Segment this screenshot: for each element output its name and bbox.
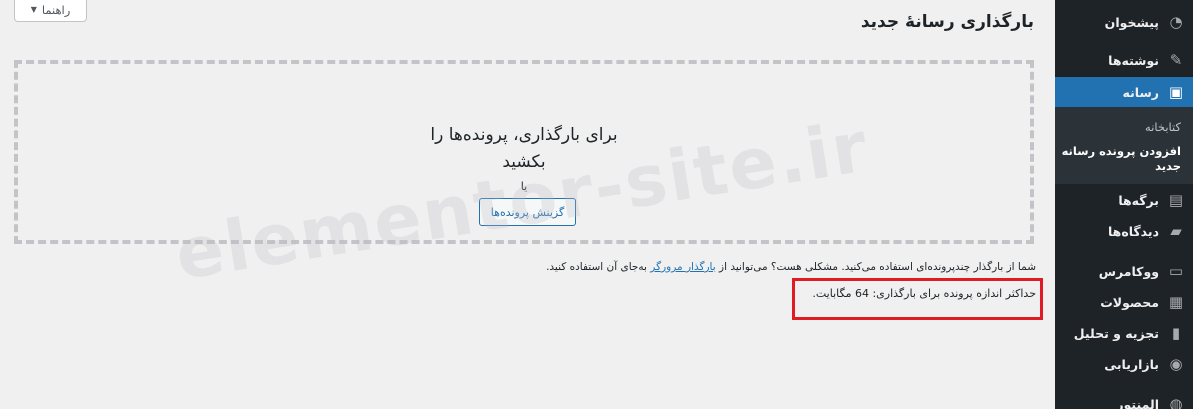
help-button[interactable]: راهنما ▼ bbox=[14, 0, 87, 22]
uploader-info-text-after: به‌جای آن استفاده کنید. bbox=[546, 261, 651, 273]
pin-icon: ✎ bbox=[1169, 51, 1183, 69]
dashboard-icon: ◔ bbox=[1169, 13, 1183, 31]
uploader-info-text-before: شما از بارگذار چندپرونده‌ای استفاده می‌ک… bbox=[715, 261, 1036, 273]
comments-icon: ▰ bbox=[1170, 222, 1182, 240]
analytics-icon: ▮ bbox=[1171, 324, 1181, 342]
sidebar-item-analytics[interactable]: ▮ تجزیه و تحلیل bbox=[1055, 319, 1193, 347]
sidebar-item-pages[interactable]: ▤ برگه‌ها bbox=[1055, 186, 1193, 214]
sidebar-item-media[interactable]: ▣ رسانه bbox=[1047, 77, 1193, 107]
sidebar-item-woocommerce[interactable]: ▭ ووکامرس bbox=[1055, 257, 1193, 285]
sidebar-item-marketing[interactable]: ◉ بازاریابی bbox=[1055, 350, 1193, 378]
drop-instructions-line1: برای بارگذاری، پرونده‌ها را bbox=[430, 125, 618, 145]
submenu-item-library[interactable]: کتابخانه bbox=[1061, 120, 1181, 134]
sidebar-item-dashboard[interactable]: ◔ پیشخوان bbox=[1055, 8, 1193, 36]
admin-sidebar: ◔ پیشخوان ✎ نوشته‌ها ▣ رسانه کتابخانه اف… bbox=[1047, 0, 1193, 409]
page-title: بارگذاری رسانهٔ جدید bbox=[860, 12, 1034, 32]
media-submenu: کتابخانه افزودن پرونده رسانه جدید bbox=[1055, 107, 1193, 184]
submenu-item-add-new[interactable]: افزودن پرونده رسانه جدید bbox=[1061, 144, 1181, 174]
sidebar-item-elementor[interactable]: ◍ المنتور bbox=[1055, 390, 1193, 409]
help-button-label: راهنما bbox=[41, 2, 71, 17]
woocommerce-icon: ▭ bbox=[1168, 262, 1184, 280]
products-icon: ▦ bbox=[1168, 293, 1184, 311]
sidebar-item-posts[interactable]: ✎ نوشته‌ها bbox=[1055, 46, 1193, 74]
megaphone-icon: ◉ bbox=[1169, 355, 1183, 373]
active-indicator-arrow bbox=[1047, 84, 1055, 100]
sidebar-item-products[interactable]: ▦ محصولات bbox=[1055, 288, 1193, 316]
pages-icon: ▤ bbox=[1168, 191, 1184, 209]
elementor-icon: ◍ bbox=[1169, 395, 1183, 409]
caret-down-icon: ▼ bbox=[30, 5, 37, 14]
media-icon: ▣ bbox=[1168, 83, 1184, 101]
highlight-box bbox=[792, 278, 1043, 320]
browser-uploader-link[interactable]: بارگذار مرورگر bbox=[650, 261, 715, 273]
sidebar-item-comments[interactable]: ▰ دیدگاه‌ها bbox=[1055, 217, 1193, 245]
